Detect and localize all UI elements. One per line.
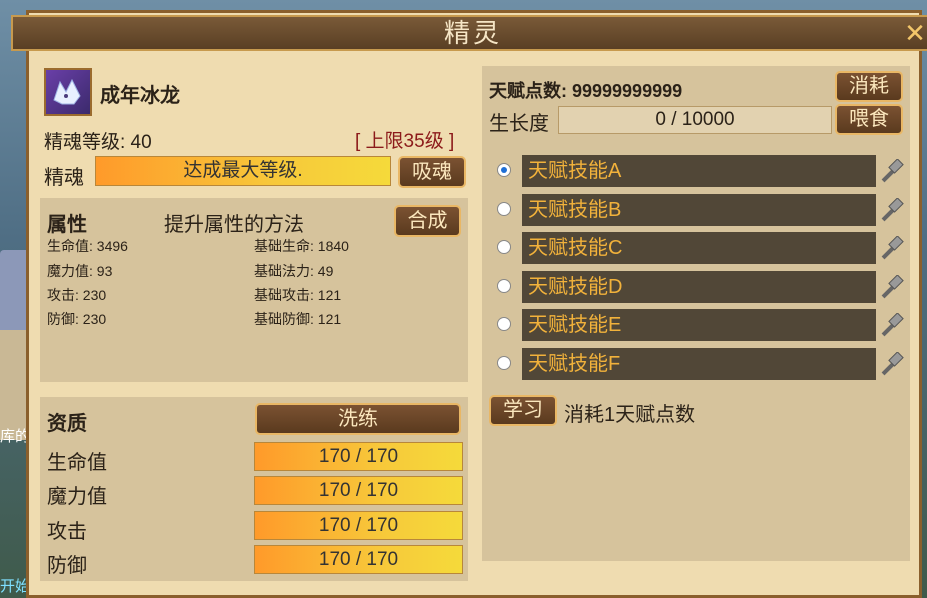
hammer-icon[interactable] <box>878 313 904 339</box>
stat-hp: 生命值: 3496 <box>47 238 128 254</box>
aptitude-bar-mp: 170 / 170 <box>254 476 463 505</box>
talent-skill-radio[interactable] <box>497 317 511 331</box>
talent-skill-label[interactable]: 天赋技能A <box>522 155 876 187</box>
aptitude-label-mp: 魔力值 <box>47 486 107 508</box>
consume-button[interactable]: 消耗 <box>835 71 903 102</box>
talent-skill-row[interactable]: 天赋技能E <box>497 309 917 341</box>
talent-skill-label[interactable]: 天赋技能E <box>522 309 876 341</box>
growth-value: 0 / 10000 <box>655 109 735 130</box>
base-hp: 基础生命: 1840 <box>254 238 349 254</box>
attributes-heading: 属性 <box>47 214 87 236</box>
talent-skill-radio[interactable] <box>497 240 511 254</box>
base-mp: 基础法力: 49 <box>254 263 334 279</box>
refine-button[interactable]: 洗练 <box>255 403 461 435</box>
growth-bar: 0 / 10000 <box>558 106 832 134</box>
talent-skill-row[interactable]: 天赋技能C <box>497 232 917 264</box>
aptitude-label-defense: 防御 <box>47 555 87 577</box>
talent-skill-row[interactable]: 天赋技能B <box>497 194 917 226</box>
talent-points: 天赋点数: 99999999999 <box>489 81 683 101</box>
growth-label: 生长度 <box>489 113 549 135</box>
talent-skill-radio[interactable] <box>497 279 511 293</box>
soul-level-label: 精魂等级: 40 <box>44 132 152 153</box>
aptitude-label-attack: 攻击 <box>47 521 87 543</box>
stat-attack: 攻击: 230 <box>47 287 107 303</box>
soul-progress-bar: 达成最大等级. <box>95 156 391 186</box>
window-titlebar[interactable]: 精灵 ✕ <box>11 15 927 51</box>
talent-skill-label[interactable]: 天赋技能F <box>522 348 876 380</box>
base-attack: 基础攻击: 121 <box>254 287 342 303</box>
talent-skill-label[interactable]: 天赋技能C <box>522 232 876 264</box>
talent-skill-label[interactable]: 天赋技能D <box>522 271 876 303</box>
talent-skill-row[interactable]: 天赋技能A <box>497 155 917 187</box>
learn-button[interactable]: 学习 <box>489 395 557 426</box>
talent-skill-row[interactable]: 天赋技能F <box>497 348 917 380</box>
window-title: 精灵 <box>443 18 502 48</box>
aptitude-label-hp: 生命值 <box>47 452 107 474</box>
close-icon[interactable]: ✕ <box>901 19 927 47</box>
aptitude-bar-defense: 170 / 170 <box>254 545 463 574</box>
learn-cost-text: 消耗1天赋点数 <box>564 404 696 426</box>
aptitude-bar-attack: 170 / 170 <box>254 511 463 540</box>
aptitude-heading: 资质 <box>47 413 87 435</box>
feed-button[interactable]: 喂食 <box>835 104 903 135</box>
hammer-icon[interactable] <box>878 352 904 378</box>
talent-skill-radio[interactable] <box>497 356 511 370</box>
pet-name: 成年冰龙 <box>100 85 180 107</box>
aptitude-bar-hp: 170 / 170 <box>254 442 463 471</box>
hammer-icon[interactable] <box>878 275 904 301</box>
ice-dragon-icon <box>53 78 81 105</box>
talent-skill-radio[interactable] <box>497 202 511 216</box>
hammer-icon[interactable] <box>878 236 904 262</box>
absorb-soul-button[interactable]: 吸魂 <box>398 156 466 188</box>
base-defense: 基础防御: 121 <box>254 311 342 327</box>
talent-skill-radio[interactable] <box>497 163 511 177</box>
pet-avatar <box>44 68 92 116</box>
soul-label: 精魂 <box>44 167 84 189</box>
talent-skill-label[interactable]: 天赋技能B <box>522 194 876 226</box>
hammer-icon[interactable] <box>878 198 904 224</box>
talent-skill-row[interactable]: 天赋技能D <box>497 271 917 303</box>
soul-level-cap: [ 上限35级 ] <box>355 131 455 152</box>
compose-button[interactable]: 合成 <box>394 205 461 237</box>
stat-defense: 防御: 230 <box>47 311 107 327</box>
stat-mp: 魔力值: 93 <box>47 263 113 279</box>
attribute-method-link[interactable]: 提升属性的方法 <box>164 208 304 237</box>
hammer-icon[interactable] <box>878 159 904 185</box>
